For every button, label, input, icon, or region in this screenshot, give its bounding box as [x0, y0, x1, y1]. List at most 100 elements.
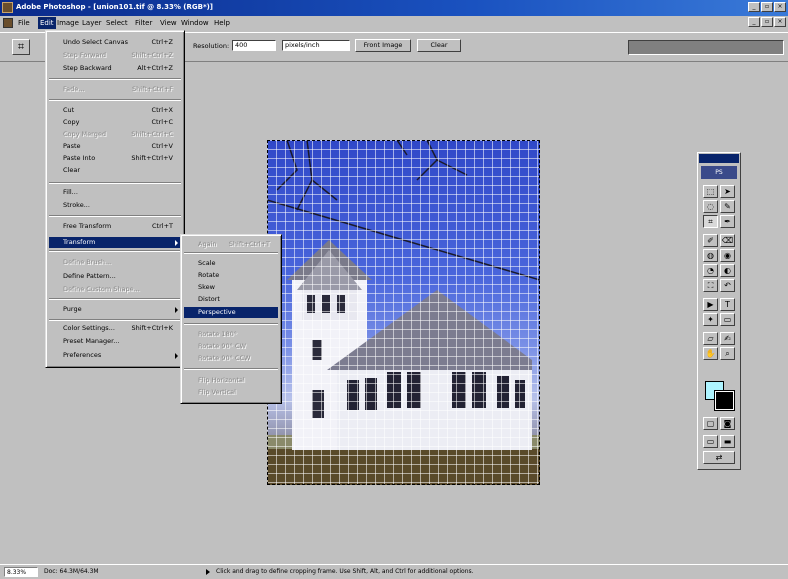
quick-mask-mode-button[interactable]: ◙ [720, 417, 735, 430]
edit-menu-item[interactable]: Clear [49, 165, 181, 176]
edit-menu-item[interactable]: Copy Ctrl+C [49, 117, 181, 128]
quick-mask-standard-mode-button[interactable]: ▢ [703, 417, 718, 430]
type-tool-icon[interactable]: T [720, 298, 735, 311]
toolbox-title-bar[interactable] [699, 154, 739, 163]
transform-menu-item[interactable]: Distort [184, 294, 278, 305]
move-tool-icon[interactable]: ➤ [720, 185, 735, 198]
menu-item-label: Step Forward [63, 51, 107, 59]
edit-menu-item[interactable]: Free Transform Ctrl+T [49, 221, 181, 232]
eraser-tool-icon[interactable]: ◔ [703, 264, 718, 277]
document-icon[interactable] [3, 18, 13, 28]
edit-menu-item[interactable]: Purge [49, 304, 181, 315]
history-brush-tool-icon[interactable]: ◉ [720, 249, 735, 262]
pen-tool-icon[interactable]: ✦ [703, 313, 718, 326]
edit-menu-item[interactable]: Step Backward Alt+Ctrl+Z [49, 63, 181, 74]
edit-menu-item[interactable]: Define Pattern... [49, 271, 181, 282]
menu-item-label: Cut [63, 106, 75, 114]
palette-well[interactable] [628, 40, 784, 55]
lasso-tool-icon[interactable]: ◌ [703, 200, 718, 213]
edit-menu-item[interactable]: Paste Into Shift+Ctrl+V [49, 153, 181, 164]
photoshop-app-icon[interactable] [2, 2, 13, 13]
menu-item-label: Fade... [63, 85, 85, 93]
transform-menu-item: Again Shift+Ctrl+T [184, 239, 278, 250]
menu-item-label: Rotate [198, 271, 220, 279]
menu-item-shortcut: Ctrl+T [152, 222, 173, 230]
clear-button[interactable]: Clear [417, 39, 461, 52]
notes-tool-icon[interactable]: ▱ [703, 332, 718, 345]
zoom-level-field[interactable]: 8.33% [4, 567, 38, 577]
menu-filter[interactable]: Filter [135, 19, 152, 27]
menu-item-shortcut: Shift+Ctrl+F [132, 85, 173, 93]
transform-menu-item[interactable]: Skew [184, 282, 278, 293]
menu-item-label: Copy [63, 118, 80, 126]
dodge-tool-icon[interactable]: ↶ [720, 279, 735, 292]
menu-item-shortcut: Shift+Ctrl+Z [131, 51, 173, 59]
gradient-tool-icon[interactable]: ◐ [720, 264, 735, 277]
transform-menu-item: Rotate 90° CCW [184, 353, 278, 364]
jump-to-imageready-button[interactable]: ⇄ [703, 451, 735, 464]
transform-menu-item[interactable]: Scale [184, 258, 278, 269]
menu-select[interactable]: Select [106, 19, 128, 27]
doc-close-button[interactable]: × [774, 17, 786, 27]
menu-edit[interactable]: Edit [38, 17, 56, 29]
edit-menu-item[interactable]: Stroke... [49, 200, 181, 211]
menu-window[interactable]: Window [181, 19, 209, 27]
menu-item-label: Preferences [63, 351, 102, 359]
menu-image[interactable]: Image [57, 19, 79, 27]
crop-tool-icon[interactable]: ⌗ [703, 215, 718, 228]
slice-tool-icon[interactable]: ✒ [720, 215, 735, 228]
brush-tool-icon[interactable]: ⌫ [720, 234, 735, 247]
blur-tool-icon[interactable]: ⛶ [703, 279, 718, 292]
zoom-tool-icon[interactable]: ⌕ [720, 347, 735, 360]
menu-item-label: Flip Vertical [198, 388, 236, 396]
magic-wand-tool-icon[interactable]: ✎ [720, 200, 735, 213]
submenu-arrow-icon [175, 307, 178, 313]
menu-item-label: Rotate 180° [198, 330, 238, 338]
clone-stamp-tool-icon[interactable]: ◍ [703, 249, 718, 262]
window-title: Adobe Photoshop - [union101.tif @ 8.33% … [16, 3, 214, 11]
edit-menu-item: Define Custom Shape... [49, 284, 181, 295]
resolution-units-select[interactable]: pixels/inch [282, 40, 350, 51]
menu-help[interactable]: Help [214, 19, 230, 27]
minimize-button[interactable]: _ [748, 2, 760, 12]
doc-restore-button[interactable]: ▫ [761, 17, 773, 27]
healing-brush-tool-icon[interactable]: ✐ [703, 234, 718, 247]
menu-separator [49, 182, 181, 184]
path-selection-tool-icon[interactable]: ▶ [703, 298, 718, 311]
hand-tool-icon[interactable]: ✋ [703, 347, 718, 360]
menu-view[interactable]: View [160, 19, 177, 27]
background-color-swatch[interactable] [714, 390, 735, 411]
menu-item-label: Preset Manager... [63, 337, 120, 345]
submenu-arrow-icon [175, 353, 178, 359]
adobe-logo-icon[interactable]: PS [701, 166, 737, 179]
edit-menu-item[interactable]: Transform [49, 237, 181, 248]
menu-separator [49, 250, 181, 252]
eyedropper-tool-icon[interactable]: ✍ [720, 332, 735, 345]
marquee-tool-icon[interactable]: ⬚ [703, 185, 718, 198]
transform-menu-item[interactable]: Rotate [184, 270, 278, 281]
edit-menu-item[interactable]: Color Settings... Shift+Ctrl+K [49, 323, 181, 334]
screen-mode-full-menu-button[interactable]: ▬ [720, 435, 735, 448]
shape-tool-icon[interactable]: ▭ [720, 313, 735, 326]
edit-menu-item[interactable]: Paste Ctrl+V [49, 141, 181, 152]
edit-menu-item[interactable]: Preset Manager... [49, 336, 181, 347]
resolution-input[interactable]: 400 [232, 40, 276, 51]
edit-menu-item[interactable]: Undo Select Canvas Ctrl+Z [49, 37, 181, 48]
screen-mode-standard-button[interactable]: ▭ [703, 435, 718, 448]
maximize-button[interactable]: ▫ [761, 2, 773, 12]
document-size-info[interactable]: Doc: 64.3M/64.3M [44, 567, 99, 577]
status-arrow-icon[interactable] [206, 569, 210, 575]
close-button[interactable]: × [774, 2, 786, 12]
crop-tool-preset-icon[interactable]: ⌗ [12, 39, 30, 55]
edit-menu-item[interactable]: Cut Ctrl+X [49, 105, 181, 116]
transform-menu-item[interactable]: Perspective [184, 307, 278, 318]
doc-minimize-button[interactable]: _ [748, 17, 760, 27]
front-image-button[interactable]: Front Image [355, 39, 411, 52]
submenu-arrow-icon [175, 240, 178, 246]
menu-layer[interactable]: Layer [82, 19, 102, 27]
edit-menu-item[interactable]: Fill... [49, 187, 181, 198]
edit-menu-item[interactable]: Preferences [49, 350, 181, 361]
document-canvas[interactable] [267, 140, 540, 485]
menu-file[interactable]: File [18, 19, 30, 27]
menu-bar: File Edit Image Layer Select Filter View… [0, 16, 788, 30]
